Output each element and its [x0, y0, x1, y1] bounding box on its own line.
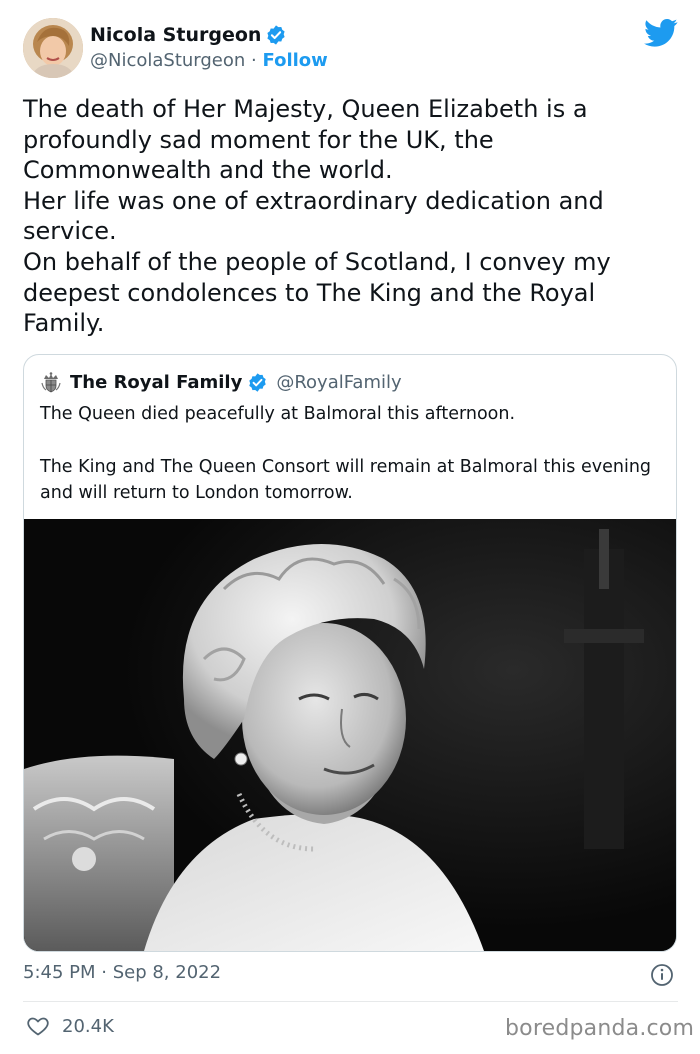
follow-button[interactable]: Follow — [263, 50, 328, 71]
quoted-text: The Queen died peacefully at Balmoral th… — [40, 401, 660, 507]
handle-separator: · — [251, 50, 257, 71]
tweet-card: Nicola Sturgeon @NicolaSturgeon · Follow… — [0, 0, 700, 1054]
twitter-bird-icon[interactable] — [644, 18, 678, 48]
footer-divider — [23, 1001, 678, 1002]
like-count: 20.4K — [62, 1015, 114, 1037]
author-handle-row: @NicolaSturgeon · Follow — [90, 50, 328, 71]
tweet-timestamp[interactable]: 5:45 PM · Sep 8, 2022 — [23, 962, 221, 983]
quoted-header: The Royal Family @RoyalFamily — [40, 371, 402, 393]
heart-icon[interactable] — [26, 1014, 50, 1038]
author-avatar[interactable] — [23, 18, 83, 78]
like-action[interactable]: 20.4K — [26, 1014, 114, 1038]
tweet-line: On behalf of the people of Scotland, I c… — [23, 247, 611, 338]
quoted-author-name[interactable]: The Royal Family — [70, 372, 242, 393]
tweet-line: The death of Her Majesty, Queen Elizabet… — [23, 95, 588, 185]
quoted-tweet[interactable]: The Royal Family @RoyalFamily The Queen … — [23, 354, 677, 952]
quoted-photo[interactable] — [24, 519, 676, 951]
author-handle[interactable]: @NicolaSturgeon — [90, 50, 245, 71]
quoted-paragraph: The Queen died peacefully at Balmoral th… — [40, 404, 516, 424]
quoted-paragraph: The King and The Queen Consort will rema… — [40, 456, 652, 504]
quoted-author-handle[interactable]: @RoyalFamily — [276, 372, 401, 393]
royal-crest-icon — [41, 372, 61, 393]
tweet-line: Her life was one of extraordinary dedica… — [23, 186, 604, 246]
tweet-text: The death of Her Majesty, Queen Elizabet… — [23, 94, 678, 339]
author-name-row: Nicola Sturgeon — [90, 24, 287, 46]
verified-badge-icon — [267, 25, 286, 45]
info-icon[interactable] — [650, 963, 674, 987]
verified-badge-icon — [249, 372, 267, 392]
author-name[interactable]: Nicola Sturgeon — [90, 24, 261, 46]
site-watermark: boredpanda.com — [505, 1016, 695, 1041]
